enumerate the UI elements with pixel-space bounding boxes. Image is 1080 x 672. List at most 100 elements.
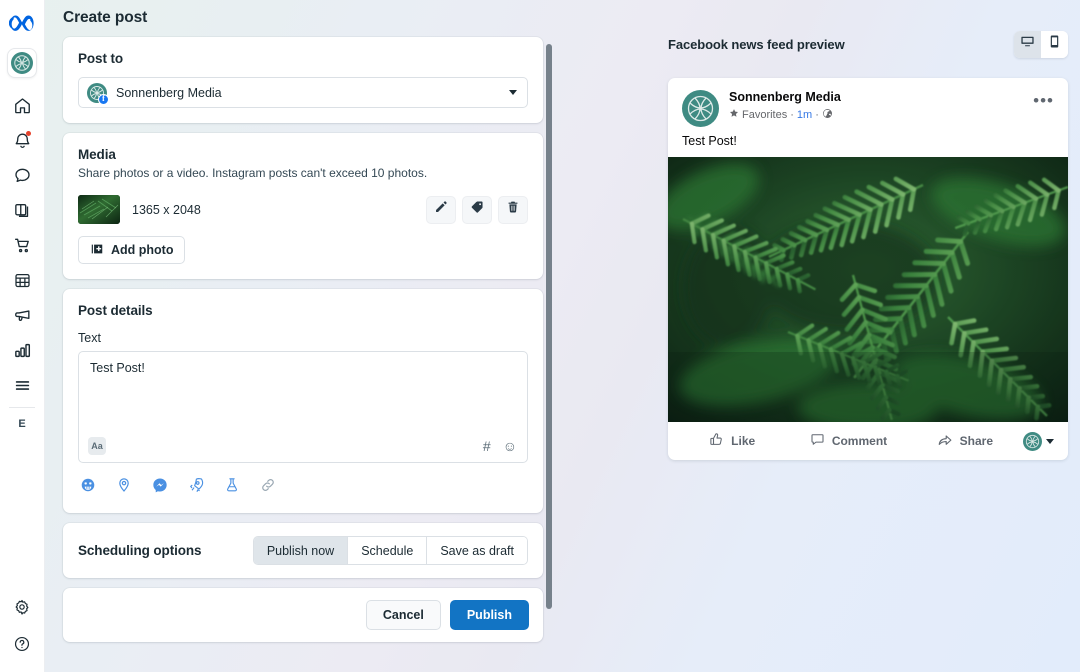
pencil-icon <box>434 200 448 219</box>
sidebar-item-all-tools[interactable] <box>5 368 39 403</box>
rail-divider <box>9 407 35 408</box>
post-to-card: Post to f Sonnenberg Media <box>63 37 543 123</box>
preview-post-header: Sonnenberg Media Favorites · 1m · ••• <box>668 78 1068 127</box>
post-to-selected-value: Sonnenberg Media <box>116 85 222 100</box>
ellipsis-icon[interactable]: ••• <box>1033 90 1054 109</box>
emoji-icon[interactable]: ☺ <box>503 439 517 453</box>
rail-icon-list <box>5 88 39 403</box>
sidebar-item-content[interactable] <box>5 193 39 228</box>
preview-column: Facebook news feed preview Sonnenberg Me… <box>668 0 1068 460</box>
share-as-selector[interactable] <box>1022 431 1062 451</box>
home-icon <box>13 96 32 115</box>
textarea-footer: Aa # ☺ <box>88 437 517 456</box>
comment-button[interactable]: Comment <box>790 426 906 456</box>
scheduling-option-schedule[interactable]: Schedule <box>347 537 427 565</box>
media-thumbnail[interactable] <box>78 195 120 225</box>
hamburger-menu-icon <box>13 376 32 395</box>
preview-audience: Favorites <box>742 108 788 121</box>
sidebar-item-insights[interactable] <box>5 333 39 368</box>
preview-post-actions: Like Comment Share <box>668 422 1068 460</box>
share-button[interactable]: Share <box>907 426 1023 456</box>
ab-test-button[interactable] <box>224 477 240 498</box>
feeling-activity-button[interactable] <box>80 477 96 498</box>
share-arrow-icon <box>937 432 953 451</box>
check-in-button[interactable] <box>116 477 132 498</box>
delete-media-button[interactable] <box>498 195 528 224</box>
sidebar-item-help[interactable] <box>5 625 39 662</box>
sidebar-item-planner[interactable] <box>5 263 39 298</box>
account-initial[interactable]: E <box>8 413 36 435</box>
text-format-button[interactable]: Aa <box>88 437 106 456</box>
device-toggle <box>1014 30 1068 58</box>
messenger-cta-button[interactable] <box>152 477 168 498</box>
media-dimensions: 1365 x 2048 <box>132 202 201 217</box>
brand-avatar-button[interactable] <box>7 48 37 78</box>
sidebar-item-notifications[interactable] <box>5 123 39 158</box>
flask-icon <box>224 477 240 498</box>
editor-scrollbar[interactable] <box>546 44 552 609</box>
media-description: Share photos or a video. Instagram posts… <box>78 166 428 180</box>
cancel-button[interactable]: Cancel <box>365 600 441 631</box>
post-details-title: Post details <box>78 303 153 319</box>
add-link-button[interactable] <box>260 477 276 498</box>
bar-chart-icon <box>13 341 32 360</box>
footer-actions-card: Cancel Publish <box>63 588 543 643</box>
edit-media-button[interactable] <box>426 195 456 224</box>
post-to-select[interactable]: f Sonnenberg Media <box>78 77 528 108</box>
desktop-icon <box>1020 34 1035 54</box>
tag-icon <box>470 200 484 219</box>
thumbs-up-icon <box>709 432 724 450</box>
share-label: Share <box>959 434 993 448</box>
like-button[interactable]: Like <box>674 426 790 456</box>
account-avatar: f <box>87 82 109 105</box>
add-photo-button[interactable]: Add photo <box>78 236 186 265</box>
preview-header: Facebook news feed preview <box>668 0 1068 78</box>
preview-post-image[interactable] <box>668 157 1068 422</box>
tag-media-button[interactable] <box>462 195 492 224</box>
post-text-input[interactable]: Test Post! Aa # ☺ <box>78 351 528 464</box>
sticker-face-icon <box>80 477 96 498</box>
messenger-icon <box>152 477 168 498</box>
calendar-grid-icon <box>13 271 32 290</box>
scheduling-option-publish-now[interactable]: Publish now <box>253 537 348 565</box>
meta-dot-2: · <box>815 108 819 121</box>
scheduling-segmented-control: Publish now Schedule Save as draft <box>252 536 528 566</box>
meta-logo-icon[interactable] <box>7 9 37 39</box>
post-tools-row <box>78 477 528 498</box>
device-toggle-desktop[interactable] <box>1014 30 1041 58</box>
avatar <box>11 52 33 74</box>
sidebar-item-home[interactable] <box>5 88 39 123</box>
scheduling-option-save-as-draft[interactable]: Save as draft <box>426 537 527 565</box>
publish-button[interactable]: Publish <box>449 600 529 631</box>
preview-author-name: Sonnenberg Media <box>729 90 841 104</box>
mobile-icon <box>1047 34 1062 54</box>
question-circle-icon <box>13 635 31 653</box>
megaphone-icon <box>13 306 32 325</box>
scheduling-card: Scheduling options Publish now Schedule … <box>63 523 543 579</box>
meta-dot-1: · <box>790 108 794 121</box>
sidebar-item-messages[interactable] <box>5 158 39 193</box>
gear-icon <box>13 598 31 616</box>
hashtag-icon[interactable]: # <box>483 439 491 453</box>
device-toggle-mobile[interactable] <box>1041 30 1068 58</box>
chevron-down-icon <box>509 90 517 95</box>
like-label: Like <box>731 434 756 448</box>
facebook-badge-icon: f <box>98 93 109 105</box>
sidebar-item-commerce[interactable] <box>5 228 39 263</box>
link-icon <box>260 477 276 498</box>
location-pin-icon <box>116 477 132 498</box>
sidebar-item-ads[interactable] <box>5 298 39 333</box>
shopping-cart-icon <box>13 236 32 255</box>
facebook-post-preview-card: Sonnenberg Media Favorites · 1m · ••• Te… <box>668 78 1068 460</box>
scheduling-title: Scheduling options <box>78 543 202 559</box>
trash-icon <box>506 200 520 219</box>
content-library-icon <box>13 201 32 220</box>
sidebar-item-settings[interactable] <box>5 588 39 625</box>
preview-post-meta: Favorites · 1m · <box>729 108 1033 122</box>
post-text-value: Test Post! <box>90 361 145 376</box>
boost-post-button[interactable] <box>188 477 204 498</box>
globe-icon <box>822 108 833 122</box>
media-item-row: 1365 x 2048 <box>78 195 528 225</box>
notification-badge <box>26 131 31 136</box>
avatar <box>682 90 719 127</box>
